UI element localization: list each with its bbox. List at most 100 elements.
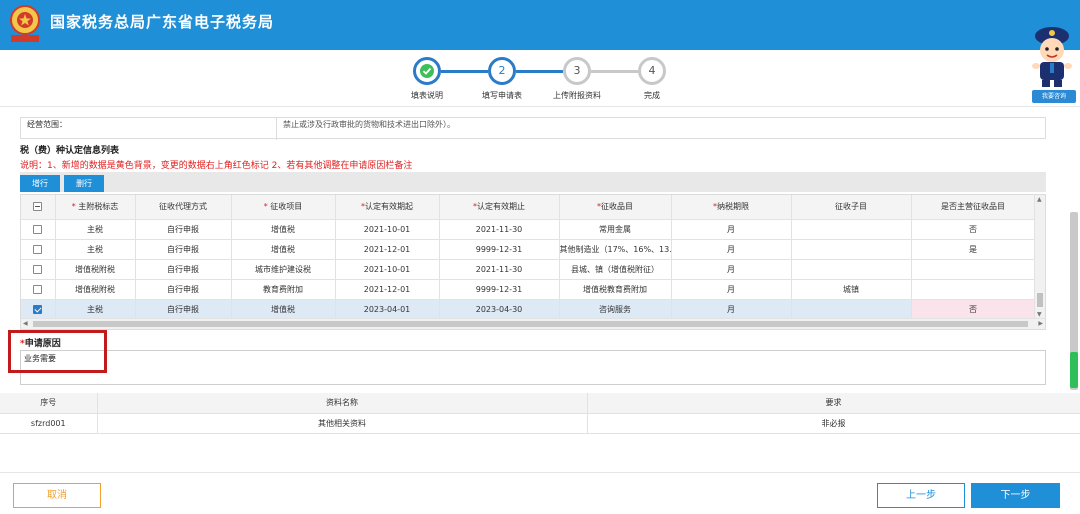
step-4-circle: 4: [638, 57, 666, 85]
row-select-cell[interactable]: [21, 219, 56, 240]
table-cell: 咨询服务: [559, 299, 672, 320]
column-header: 序号: [0, 393, 98, 414]
scroll-down-icon[interactable]: ▼: [1037, 311, 1042, 318]
step-1-label: 填表说明: [411, 91, 443, 100]
table-cell: 城镇: [791, 279, 912, 300]
table-cell: 2021-11-30: [439, 259, 560, 280]
grid-horizontal-scroll-thumb[interactable]: [33, 321, 1028, 327]
table-cell: 2021-12-01: [335, 279, 440, 300]
row-select-cell[interactable]: [21, 279, 56, 300]
table-cell: [911, 259, 1036, 280]
table-row-selected[interactable]: 主税 自行申报 增值税 2023-04-01 2023-04-30 咨询服务 月…: [21, 299, 1036, 320]
table-cell: 增值税附税: [55, 279, 136, 300]
grid-vertical-scroll-thumb[interactable]: [1037, 293, 1043, 307]
highlight-annotation-box: [8, 330, 107, 373]
next-step-button[interactable]: 下一步: [971, 483, 1060, 508]
scroll-right-icon[interactable]: ▶: [1038, 320, 1043, 327]
column-header: *征收品目: [559, 195, 672, 220]
materials-table: 序号 资料名称 要求 sfzrd001 其他相关资料 非必报: [0, 393, 1080, 434]
step-connector: [516, 70, 563, 73]
step-4-label: 完成: [644, 91, 660, 100]
tax-bureau-logo: [10, 5, 40, 42]
table-cell: 城市维护建设税: [231, 259, 336, 280]
table-cell: 常用金属: [559, 219, 672, 240]
table-cell: [791, 239, 912, 260]
step-3-circle: 3: [563, 57, 591, 85]
progress-stepper: 2 3 4 填表说明 填写申请表 上传附报资料 完成: [0, 50, 1080, 106]
table-cell: 增值税: [231, 239, 336, 260]
column-header: *认定有效期止: [439, 195, 560, 220]
step-2-label: 填写申请表: [482, 91, 522, 100]
table-cell: 自行申报: [135, 299, 232, 320]
step-connector: [441, 70, 488, 73]
select-all-checkbox[interactable]: [33, 202, 43, 212]
table-row[interactable]: 增值税附税 自行申报 教育费附加 2021-12-01 9999-12-31 增…: [21, 279, 1036, 300]
delete-row-button[interactable]: 删行: [64, 175, 104, 192]
step-1-circle: [413, 57, 441, 85]
table-cell: 增值税: [231, 219, 336, 240]
reason-textarea[interactable]: 业务需要: [20, 350, 1046, 385]
scroll-left-icon[interactable]: ◀: [23, 320, 28, 327]
app-header: 国家税务总局广东省电子税务局: [0, 0, 1080, 50]
column-header: *纳税期限: [671, 195, 792, 220]
table-cell: 2023-04-30: [439, 299, 560, 320]
table-cell: 月: [671, 279, 792, 300]
table-cell: 2021-10-01: [335, 259, 440, 280]
row-select-cell[interactable]: [21, 299, 56, 320]
column-header: * 主附税标志: [55, 195, 136, 220]
row-checkbox[interactable]: [33, 304, 43, 314]
table-cell: 2021-11-30: [439, 219, 560, 240]
row-checkbox[interactable]: [33, 244, 43, 254]
business-scope-label: 经营范围：: [23, 118, 277, 140]
column-header: 是否主营征收品目: [911, 195, 1036, 220]
step-connector: [591, 70, 638, 73]
table-cell: 自行申报: [135, 239, 232, 260]
footer-bar: 取消 上一步 下一步: [0, 472, 1080, 514]
cancel-button[interactable]: 取消: [13, 483, 101, 508]
section-title: 税（费）种认定信息列表: [20, 146, 120, 156]
step-3-label: 上传附报资料: [553, 91, 601, 100]
table-cell: 其他相关资料: [97, 413, 588, 434]
table-cell: 否: [911, 299, 1036, 320]
grid-vertical-scrollbar[interactable]: ▲ ▼: [1034, 195, 1045, 319]
tax-type-table: * 主附税标志 征收代理方式 * 征收项目 *认定有效期起 *认定有效期止 *征…: [21, 195, 1036, 320]
page-scrollbar[interactable]: [1070, 212, 1078, 390]
column-header: 资料名称: [97, 393, 588, 414]
table-cell: 月: [671, 219, 792, 240]
select-all-cell[interactable]: [21, 195, 56, 220]
row-checkbox[interactable]: [33, 284, 43, 294]
row-checkbox[interactable]: [33, 264, 43, 274]
business-scope-row: 经营范围： 禁止或涉及行政审批的货物和技术进出口除外）。: [20, 117, 1046, 140]
row-checkbox[interactable]: [33, 224, 43, 234]
table-cell: 自行申报: [135, 259, 232, 280]
table-cell: 月: [671, 239, 792, 260]
scroll-up-icon[interactable]: ▲: [1037, 196, 1042, 203]
table-cell: 9999-12-31: [439, 279, 560, 300]
step-2-circle: 2: [488, 57, 516, 85]
checkmark-icon: [420, 64, 434, 78]
business-scope-text: 禁止或涉及行政审批的货物和技术进出口除外）。: [283, 120, 455, 129]
add-row-button[interactable]: 增行: [20, 175, 60, 192]
table-cell: 2021-12-01: [335, 239, 440, 260]
table-header-row: 序号 资料名称 要求: [0, 393, 1080, 414]
column-header: *认定有效期起: [335, 195, 440, 220]
table-cell: 自行申报: [135, 279, 232, 300]
row-select-cell[interactable]: [21, 239, 56, 260]
app-title: 国家税务总局广东省电子税务局: [50, 13, 275, 31]
column-header: 征收代理方式: [135, 195, 232, 220]
consult-button[interactable]: 我要咨询: [1032, 90, 1076, 103]
notice-text: 说明：1、新增的数据是黄色背景，变更的数据右上角红色标记 2、若有其他调整在申请…: [20, 161, 413, 171]
table-cell: 增值税附税: [55, 259, 136, 280]
table-row[interactable]: 增值税附税 自行申报 城市维护建设税 2021-10-01 2021-11-30…: [21, 259, 1036, 280]
table-cell: sfzrd001: [0, 413, 98, 434]
table-row[interactable]: 主税 自行申报 增值税 2021-10-01 2021-11-30 常用金属 月…: [21, 219, 1036, 240]
table-row[interactable]: 主税 自行申报 增值税 2021-12-01 9999-12-31 其他制造业（…: [21, 239, 1036, 260]
tax-officer-mascot-icon[interactable]: [1028, 22, 1076, 88]
previous-step-button[interactable]: 上一步: [877, 483, 965, 508]
table-header-row: * 主附税标志 征收代理方式 * 征收项目 *认定有效期起 *认定有效期止 *征…: [21, 195, 1036, 220]
table-cell: 非必报: [587, 413, 1080, 434]
table-row[interactable]: sfzrd001 其他相关资料 非必报: [0, 413, 1080, 434]
grid-horizontal-scrollbar[interactable]: ◀ ▶: [21, 318, 1045, 329]
page-root: 国家税务总局广东省电子税务局 2 3 4 填表说明 填写申请表 上传附报资料 完…: [0, 0, 1080, 514]
row-select-cell[interactable]: [21, 259, 56, 280]
